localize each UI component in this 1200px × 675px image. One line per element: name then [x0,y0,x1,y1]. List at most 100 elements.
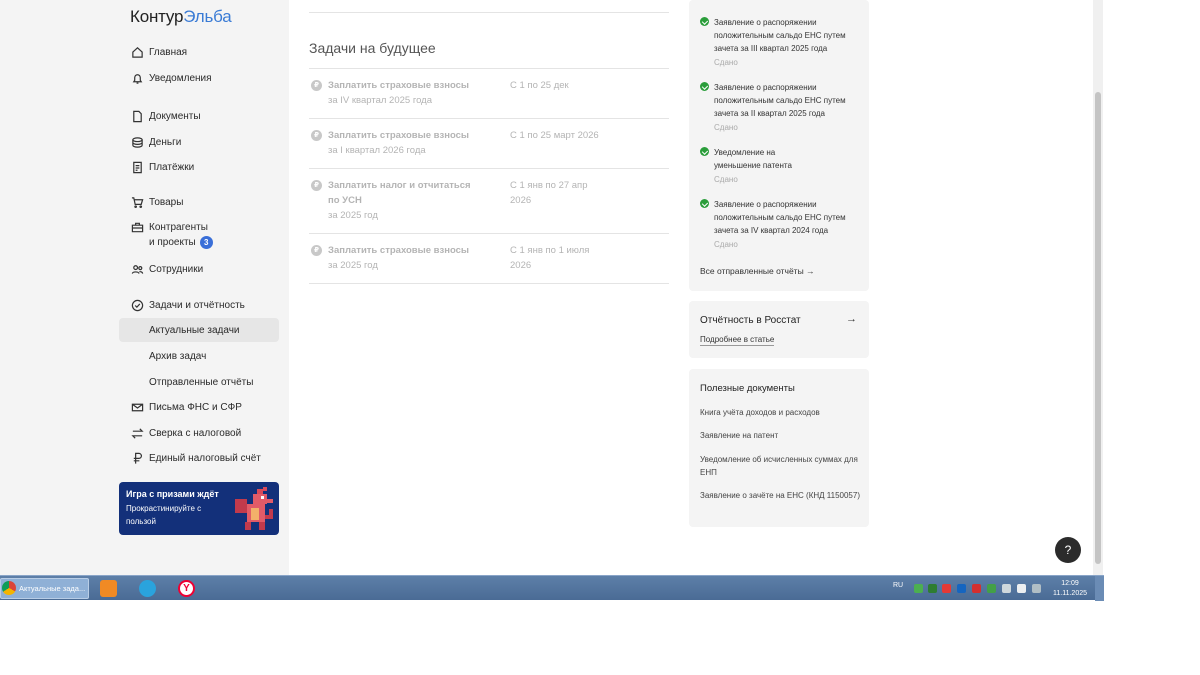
screen: КонтурЭльба Главная Уведомления Документ… [0,0,1200,675]
sidebar-item-label: Единый налоговый счёт [149,452,261,464]
task-row[interactable]: ₽ Заплатить страховые взносы за 2025 год … [309,233,669,283]
sidebar-item-label: Документы [149,110,201,122]
sidebar: КонтурЭльба Главная Уведомления Документ… [0,0,289,575]
ruble-icon: ₽ [311,180,322,191]
sidebar-item-contractors[interactable]: Контрагенты и проекты 3 [119,218,279,250]
task-row[interactable]: ₽ Заплатить налог и отчитаться по УСН за … [309,168,669,233]
tray-flag-icon[interactable] [1017,584,1026,593]
sidebar-item-payments[interactable]: Платёжки [119,155,279,179]
report-item[interactable]: Уведомление на уменьшение патента Сдано [700,146,865,186]
tray-app-icon[interactable] [942,584,951,593]
clock-date: 11.11.2025 [1053,590,1087,597]
doc-link[interactable]: Заявление на патент [700,429,860,442]
sidebar-item-sent-reports[interactable]: Отправленные отчёты [119,370,279,394]
receipt-icon [130,160,144,174]
sidebar-item-label: Деньги [149,136,182,148]
sidebar-item-home[interactable]: Главная [119,40,279,64]
ruble-icon: ₽ [311,130,322,141]
main-content: Задачи на будущее ₽ Заплатить страховые … [289,0,689,575]
task-title: Заплатить страховые взносы [328,245,470,256]
task-subtitle: за 2025 год [328,260,378,271]
check-icon [700,82,709,91]
sidebar-item-notifications[interactable]: Уведомления [119,66,279,90]
report-status: Сдано [714,240,738,249]
rosstat-card[interactable]: Отчётность в Росстат → Подробнее в стать… [689,301,869,358]
sidebar-item-label: Главная [149,46,188,58]
help-button[interactable]: ? [1055,537,1081,563]
check-circle-icon [130,298,144,312]
sidebar-item-tax-reconciliation[interactable]: Сверка с налоговой [119,421,279,445]
clock-time: 12:09 [1061,580,1079,587]
tray-app-icon[interactable] [987,584,996,593]
sidebar-item-goods[interactable]: Товары [119,190,279,214]
sidebar-item-fns-letters[interactable]: Письма ФНС и СФР [119,395,279,419]
scrollbar-thumb[interactable] [1095,92,1101,564]
promo-title: Игра с призами ждёт [126,489,219,499]
sidebar-item-money[interactable]: Деньги [119,130,279,154]
report-title: Заявление о распоряжении положительным с… [714,83,846,118]
show-desktop-button[interactable] [1095,576,1104,601]
report-item[interactable]: Заявление о распоряжении положительным с… [700,16,865,74]
task-period: С 1 по 25 дек [510,80,569,91]
sidebar-item-label-line2: и проекты [149,237,196,248]
task-period: С 1 янв по 27 апр 2026 [510,180,588,206]
sidebar-item-label: Сотрудники [149,263,204,275]
check-icon [700,199,709,208]
tray-volume-icon[interactable] [1002,584,1011,593]
task-row[interactable]: ₽ Заплатить страховые взносы за IV кварта… [309,68,669,118]
report-item[interactable]: Заявление о распоряжении положительным с… [700,198,865,256]
task-subtitle: за I квартал 2026 года [328,145,426,156]
tray-app-icon[interactable] [928,584,937,593]
sidebar-item-label: Контрагенты [149,222,208,233]
media-player-icon[interactable] [100,580,117,597]
doc-link[interactable]: Книга учёта доходов и расходов [700,406,860,419]
bell-icon [130,71,144,85]
task-period: С 1 по 25 март 2026 [510,130,599,141]
sidebar-item-label: Сверка с налоговой [149,427,242,439]
divider [309,12,669,13]
tray-display-icon[interactable] [1032,584,1041,593]
sidebar-item-documents[interactable]: Документы [119,104,279,128]
task-row[interactable]: ₽ Заплатить страховые взносы за I квартал… [309,118,669,168]
sidebar-item-label: Письма ФНС и СФР [149,401,242,413]
clock[interactable]: 12:09 11.11.2025 [1048,579,1092,599]
telegram-icon[interactable] [139,580,156,597]
doc-link[interactable]: Уведомление об исчисленных суммах для ЕН… [700,453,860,479]
arrow-right-icon: → [806,266,815,276]
logo[interactable]: КонтурЭльба [130,7,232,27]
yandex-browser-icon[interactable]: Y [178,580,195,597]
sidebar-item-label: Уведомления [149,72,212,84]
mail-icon [130,400,144,414]
briefcase-icon [130,220,144,234]
arrow-right-icon: → [846,313,857,325]
tray-app-icon[interactable] [957,584,966,593]
report-status: Сдано [714,58,738,67]
sidebar-item-tasks-archive[interactable]: Архив задач [119,344,279,368]
cart-icon [130,195,144,209]
taskbar-app-chrome[interactable]: Актуальные зада... [0,578,89,599]
sidebar-item-single-tax-account[interactable]: Единый налоговый счёт [119,446,279,470]
report-status: Сдано [714,123,738,132]
doc-link[interactable]: Заявление о зачёте на ЕНС (КНД 1150057) [700,489,860,502]
dragon-icon [235,487,273,530]
rosstat-more-link[interactable]: Подробнее в статье [700,335,775,346]
sidebar-item-employees[interactable]: Сотрудники [119,257,279,281]
task-subtitle: за IV квартал 2025 года [328,95,432,106]
report-item[interactable]: Заявление о распоряжении положительным с… [700,81,865,139]
report-title: Уведомление на уменьшение патента [714,148,792,170]
sidebar-item-label: Отправленные отчёты [149,376,254,388]
chrome-icon [2,581,16,595]
tray-network-icon[interactable] [914,584,923,593]
divider [309,283,669,284]
sidebar-item-tasks[interactable]: Задачи и отчётность [119,293,279,317]
all-sent-reports-link[interactable]: Все отправленные отчёты → [700,266,815,276]
task-period: С 1 янв по 1 июля 2026 [510,245,590,271]
ruble-icon: ₽ [311,245,322,256]
section-title: Задачи на будущее [309,40,436,56]
home-icon [130,45,144,59]
language-indicator[interactable]: RU [893,582,903,589]
promo-banner[interactable]: Игра с призами ждёт Прокрастинируйте с п… [119,482,279,535]
tray-app-icon[interactable] [972,584,981,593]
sidebar-item-current-tasks[interactable]: Актуальные задачи [119,318,279,342]
sidebar-item-label: Архив задач [149,350,207,362]
